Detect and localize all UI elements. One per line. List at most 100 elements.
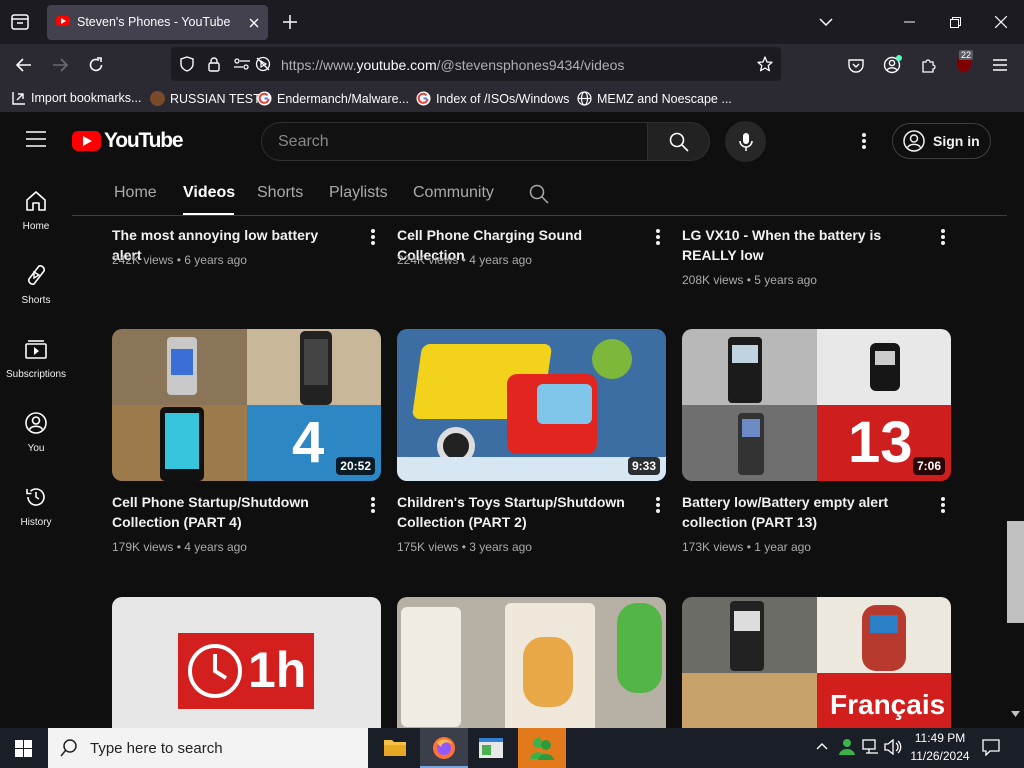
subscriptions-icon xyxy=(25,340,47,359)
video-title[interactable]: Children's Toys Startup/Shutdown Collect… xyxy=(397,492,632,532)
tray-chevron-up-icon[interactable] xyxy=(816,742,828,750)
notifications-icon[interactable] xyxy=(982,739,1000,756)
tab-youtube[interactable]: Steven's Phones - YouTube xyxy=(47,5,268,40)
autoplay-blocked-icon[interactable] xyxy=(252,53,274,75)
network-icon[interactable] xyxy=(862,739,880,755)
scroll-down-arrow-icon[interactable] xyxy=(1011,711,1020,717)
search-icon xyxy=(60,739,77,757)
tab-shorts[interactable]: Shorts xyxy=(257,184,303,202)
search-icon xyxy=(669,132,689,152)
taskbar-search-box[interactable]: Type here to search xyxy=(48,728,368,768)
tab-videos[interactable]: Videos xyxy=(183,184,235,202)
channel-search-icon[interactable] xyxy=(529,184,549,204)
account-circle-icon xyxy=(903,130,925,152)
tab-community[interactable]: Community xyxy=(413,184,494,202)
extensions-puzzle-icon[interactable] xyxy=(917,54,939,76)
sidebar-item-history[interactable]: History xyxy=(0,485,72,559)
settings-kebab-icon[interactable] xyxy=(862,133,866,149)
one-hour-badge: 1h xyxy=(178,633,314,709)
padlock-icon[interactable] xyxy=(203,53,225,75)
new-tab-icon[interactable] xyxy=(279,11,301,33)
video-thumbnail[interactable]: 13 7:06 xyxy=(682,329,951,481)
video-title[interactable]: Cell Phone Startup/Shutdown Collection (… xyxy=(112,492,347,532)
tray-app-people-icon[interactable] xyxy=(838,738,856,756)
reload-icon[interactable] xyxy=(85,54,107,76)
windows-taskbar: Type here to search 11:49 PM 11/26/2024 xyxy=(0,728,1024,768)
video-duration: 20:52 xyxy=(336,457,375,475)
address-bar[interactable]: https://www.youtube.com/@stevensphones94… xyxy=(171,47,781,81)
sign-in-button[interactable]: Sign in xyxy=(892,123,991,159)
clock-icon xyxy=(188,644,242,698)
import-icon xyxy=(12,92,25,105)
search-input[interactable]: Search xyxy=(261,122,647,161)
video-meta: 208K views • 5 years ago xyxy=(682,273,817,287)
messenger-taskbar-button[interactable] xyxy=(518,728,566,768)
file-explorer-icon[interactable] xyxy=(383,736,407,758)
forward-icon[interactable] xyxy=(49,54,71,76)
video-thumbnail[interactable]: 4 20:52 xyxy=(112,329,381,481)
video-menu-icon[interactable] xyxy=(941,229,945,245)
minimize-window-icon[interactable] xyxy=(898,11,920,33)
guide-menu-icon[interactable] xyxy=(26,131,46,147)
restore-window-icon[interactable] xyxy=(944,11,966,33)
firefox-view-icon[interactable] xyxy=(9,11,31,33)
tabs-divider xyxy=(72,215,1007,216)
list-tabs-chevron-icon[interactable] xyxy=(815,11,837,33)
account-icon[interactable] xyxy=(881,54,903,76)
bookmark-github[interactable]: Endermanch/Malware... xyxy=(257,91,409,106)
youtube-logo-icon[interactable] xyxy=(72,131,101,151)
sign-in-label: Sign in xyxy=(933,133,980,149)
video-menu-icon[interactable] xyxy=(656,497,660,513)
video-thumbnail[interactable]: 9:33 xyxy=(397,329,666,481)
firefox-taskbar-button[interactable] xyxy=(420,728,468,768)
video-title[interactable]: Battery low/Battery empty alert collecti… xyxy=(682,492,917,532)
sidebar-item-you[interactable]: You xyxy=(0,411,72,485)
browser-tab-bar: Steven's Phones - YouTube xyxy=(0,0,1024,44)
video-duration: 7:06 xyxy=(912,457,945,475)
close-window-icon[interactable] xyxy=(990,11,1012,33)
close-tab-icon[interactable] xyxy=(243,12,265,34)
tracking-protection-shield-icon[interactable] xyxy=(176,53,198,75)
permissions-icon[interactable] xyxy=(231,53,253,75)
video-title[interactable]: LG VX10 - When the battery is REALLY low xyxy=(682,225,917,265)
bookmark-memz[interactable]: MEMZ and Noescape ... xyxy=(577,91,732,106)
sidebar-item-home[interactable]: Home xyxy=(0,189,72,263)
menu-hamburger-icon[interactable] xyxy=(989,54,1011,76)
video-menu-icon[interactable] xyxy=(656,229,660,245)
video-thumbnail[interactable] xyxy=(397,597,666,728)
youtube-page: YouTube Search Sign in Home Shorts Subsc… xyxy=(0,113,1024,728)
tray-clock-date[interactable]: 11/26/2024 xyxy=(905,749,975,763)
video-menu-icon[interactable] xyxy=(371,497,375,513)
url-text: https://www.youtube.com/@stevensphones94… xyxy=(281,57,625,73)
app-window-icon[interactable] xyxy=(478,736,504,760)
bookmark-import[interactable]: Import bookmarks... xyxy=(12,91,141,105)
volume-icon[interactable] xyxy=(884,739,902,755)
thumbnail-overlay-text: Français xyxy=(830,689,946,720)
google-g-icon xyxy=(416,91,431,106)
bookmark-russian-test[interactable]: RUSSIAN TEST xyxy=(150,91,261,106)
voice-search-button[interactable] xyxy=(725,121,766,162)
tab-playlists[interactable]: Playlists xyxy=(329,184,388,202)
back-icon[interactable] xyxy=(13,54,35,76)
video-meta: 173K views • 1 year ago xyxy=(682,540,811,554)
sidebar-item-shorts[interactable]: Shorts xyxy=(0,263,72,337)
youtube-logo-text[interactable]: YouTube xyxy=(104,129,184,153)
browser-nav-bar: https://www.youtube.com/@stevensphones94… xyxy=(0,44,1024,86)
video-thumbnail[interactable]: Français xyxy=(682,597,951,728)
search-button[interactable] xyxy=(647,122,710,161)
scrollbar-thumb[interactable] xyxy=(1007,521,1024,623)
tab-home[interactable]: Home xyxy=(114,184,157,202)
tray-clock-time[interactable]: 11:49 PM xyxy=(905,731,975,745)
scrollbar-track[interactable] xyxy=(1007,113,1024,728)
bookmark-star-icon[interactable] xyxy=(754,53,776,75)
ublock-extension-icon[interactable]: 22 xyxy=(953,50,975,76)
sidebar-item-subscriptions[interactable]: Subscriptions xyxy=(0,337,72,411)
video-menu-icon[interactable] xyxy=(371,229,375,245)
windows-start-icon[interactable] xyxy=(15,740,32,757)
video-menu-icon[interactable] xyxy=(941,497,945,513)
bookmark-isos[interactable]: Index of /ISOs/Windows xyxy=(416,91,569,106)
video-thumbnail[interactable]: 1h xyxy=(112,597,381,728)
phone-image xyxy=(730,601,764,671)
pocket-icon[interactable] xyxy=(845,54,867,76)
video-duration: 9:33 xyxy=(627,457,660,475)
